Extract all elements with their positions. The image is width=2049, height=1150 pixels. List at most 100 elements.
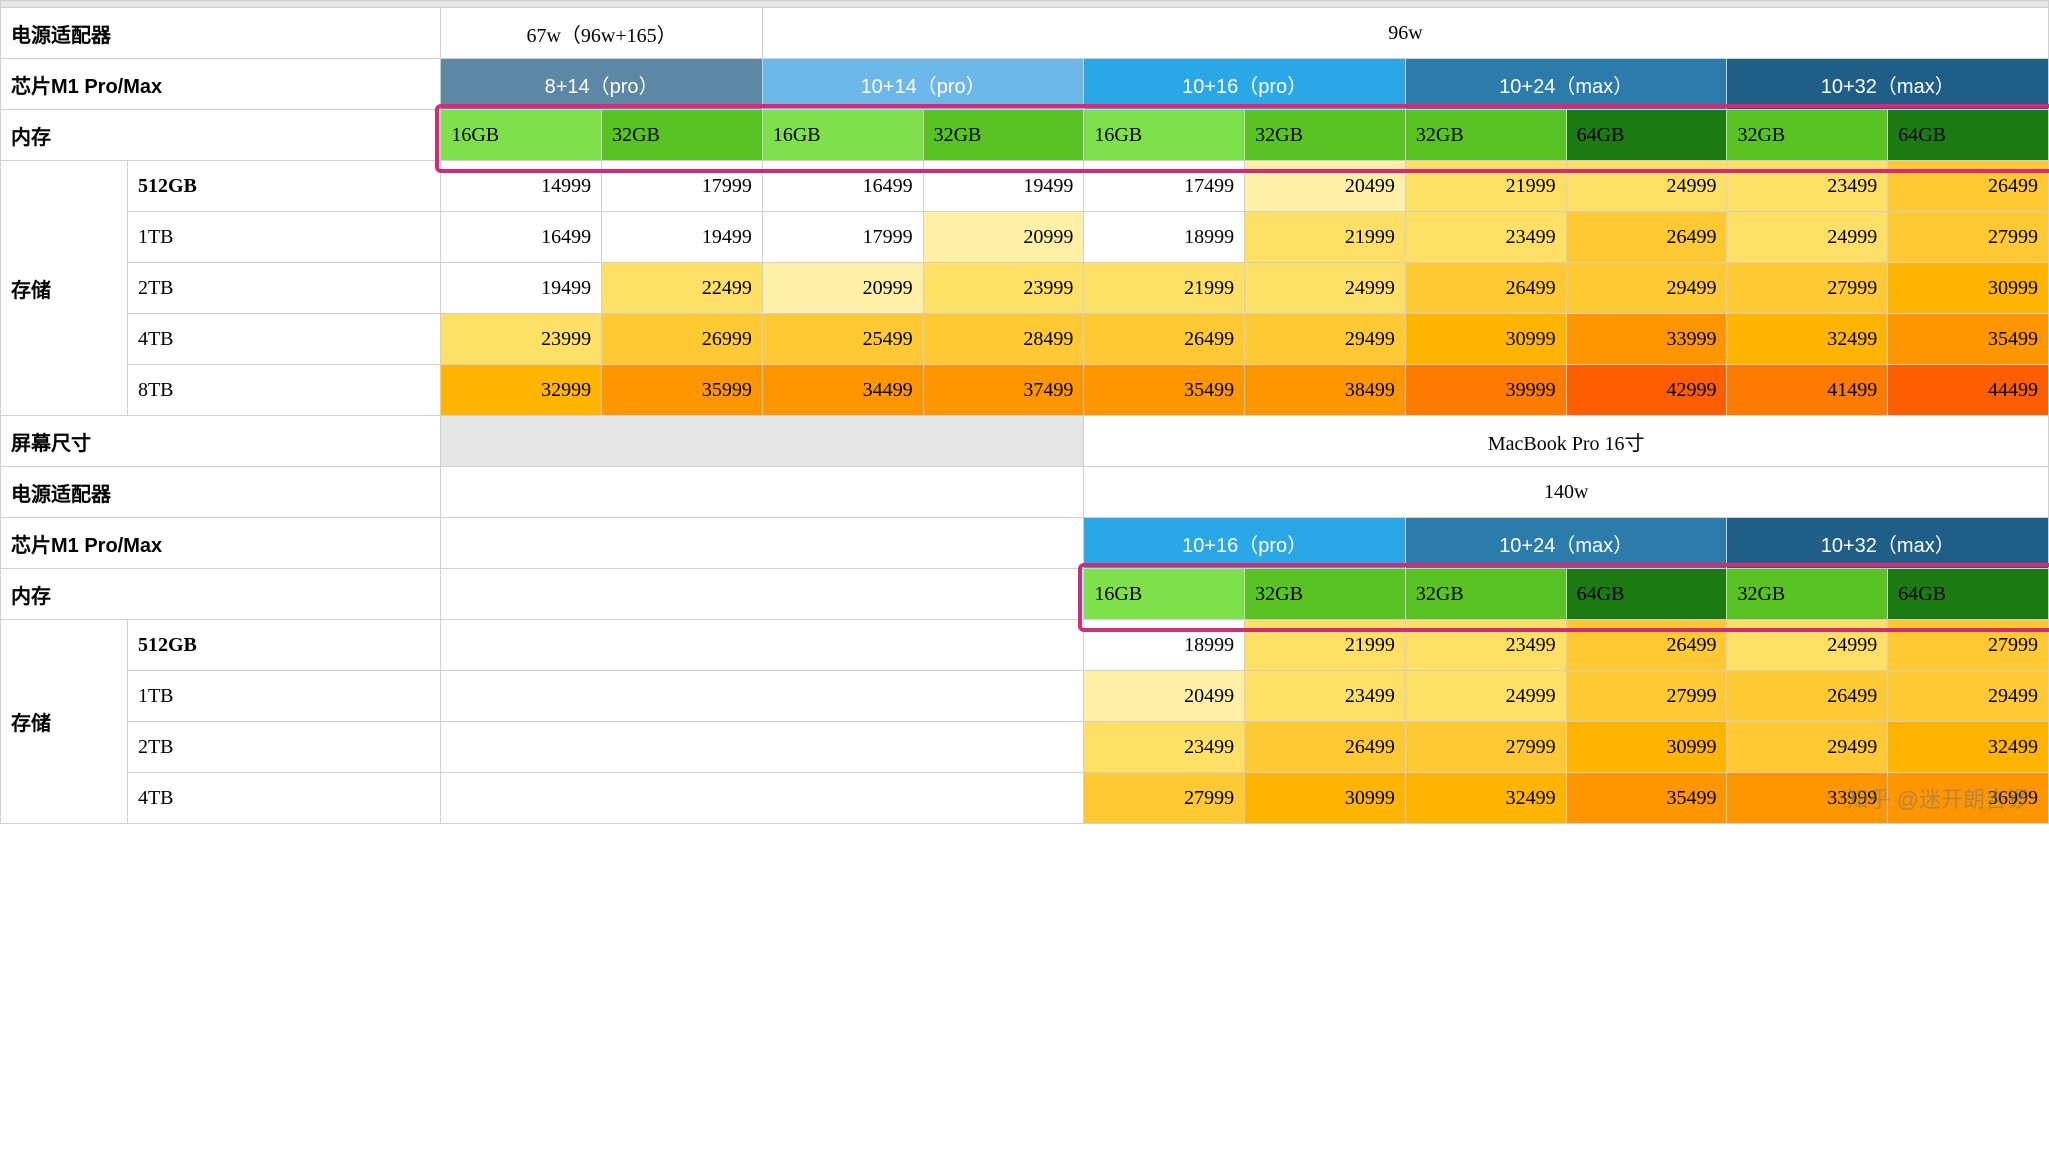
price: 18999 — [1084, 620, 1245, 671]
price: 32499 — [1405, 773, 1566, 824]
storage-label: 512GB — [127, 620, 440, 671]
price: 18999 — [1084, 212, 1245, 263]
price: 41499 — [1727, 365, 1888, 416]
row-chip-top: 芯片M1 Pro/Max 8+14（pro） 10+14（pro） 10+16（… — [1, 59, 2049, 110]
price: 38499 — [1245, 365, 1406, 416]
mem-cell: 16GB — [441, 110, 602, 161]
storage-label: 8TB — [127, 365, 440, 416]
row-power-bottom: 电源适配器 140w — [1, 467, 2049, 518]
mem-cell: 32GB — [1405, 110, 1566, 161]
screen-16: MacBook Pro 16寸 — [1084, 416, 2049, 467]
price: 33999 — [1566, 314, 1727, 365]
row-storage-512: 存储 512GB 14999 17999 16499 19499 17499 2… — [1, 161, 2049, 212]
row-storage-512-b: 存储 512GB 18999 21999 23499 26499 24999 2… — [1, 620, 2049, 671]
chip-10-24: 10+24（max） — [1405, 59, 1727, 110]
price: 30999 — [1405, 314, 1566, 365]
chip-10-14: 10+14（pro） — [762, 59, 1084, 110]
price: 35999 — [602, 365, 763, 416]
price: 33999 — [1727, 773, 1888, 824]
price: 30999 — [1566, 722, 1727, 773]
power-96w: 96w — [762, 8, 2048, 59]
label-storage: 存储 — [1, 161, 128, 416]
price: 19499 — [923, 161, 1084, 212]
mem-cell: 64GB — [1888, 569, 2049, 620]
price: 24999 — [1405, 671, 1566, 722]
row-storage-4tb: 4TB 23999 26999 25499 28499 26499 29499 … — [1, 314, 2049, 365]
chip-10-32-b: 10+32（max） — [1727, 518, 2049, 569]
price: 20999 — [923, 212, 1084, 263]
power-140w: 140w — [1084, 467, 2049, 518]
mem-cell: 64GB — [1566, 569, 1727, 620]
price: 28499 — [923, 314, 1084, 365]
mem-cell: 64GB — [1888, 110, 2049, 161]
price: 35499 — [1566, 773, 1727, 824]
storage-label: 4TB — [127, 773, 440, 824]
price: 21999 — [1245, 212, 1406, 263]
price: 30999 — [1245, 773, 1406, 824]
row-storage-4tb-b: 4TB 27999 30999 32499 35499 33999 36999 — [1, 773, 2049, 824]
price: 30999 — [1888, 263, 2049, 314]
price: 27999 — [1566, 671, 1727, 722]
price: 16499 — [441, 212, 602, 263]
price: 32999 — [441, 365, 602, 416]
price: 23999 — [441, 314, 602, 365]
label-power: 电源适配器 — [1, 467, 441, 518]
mem-cell: 32GB — [1727, 569, 1888, 620]
row-storage-2tb: 2TB 19499 22499 20999 23999 21999 24999 … — [1, 263, 2049, 314]
price: 24999 — [1245, 263, 1406, 314]
mem-cell: 16GB — [1084, 569, 1245, 620]
price: 32499 — [1727, 314, 1888, 365]
storage-label: 1TB — [127, 212, 440, 263]
price: 37499 — [923, 365, 1084, 416]
price: 26499 — [1245, 722, 1406, 773]
label-memory: 内存 — [1, 110, 441, 161]
row-storage-1tb: 1TB 16499 19499 17999 20999 18999 21999 … — [1, 212, 2049, 263]
storage-label: 512GB — [127, 161, 440, 212]
label-memory: 内存 — [1, 569, 441, 620]
price: 20499 — [1245, 161, 1406, 212]
price: 17499 — [1084, 161, 1245, 212]
row-power-top: 电源适配器 67w（96w+165） 96w — [1, 8, 2049, 59]
price: 44499 — [1888, 365, 2049, 416]
price: 36999 — [1888, 773, 2049, 824]
mem-cell: 32GB — [1245, 110, 1406, 161]
price: 20999 — [762, 263, 923, 314]
price: 27999 — [1084, 773, 1245, 824]
price: 21999 — [1245, 620, 1406, 671]
price: 21999 — [1084, 263, 1245, 314]
price: 26499 — [1566, 620, 1727, 671]
label-screen: 屏幕尺寸 — [1, 416, 441, 467]
power-67w: 67w（96w+165） — [441, 8, 763, 59]
table-container: 电源适配器 67w（96w+165） 96w 芯片M1 Pro/Max 8+14… — [0, 0, 2049, 824]
mem-cell: 32GB — [1245, 569, 1406, 620]
price: 24999 — [1566, 161, 1727, 212]
mem-cell: 32GB — [1405, 569, 1566, 620]
label-power: 电源适配器 — [1, 8, 441, 59]
mem-cell: 32GB — [1727, 110, 1888, 161]
price: 29499 — [1888, 671, 2049, 722]
price: 17999 — [602, 161, 763, 212]
label-chip: 芯片M1 Pro/Max — [1, 518, 441, 569]
storage-label: 2TB — [127, 263, 440, 314]
price: 23499 — [1084, 722, 1245, 773]
price: 23499 — [1245, 671, 1406, 722]
price: 35499 — [1084, 365, 1245, 416]
price: 14999 — [441, 161, 602, 212]
chip-8-14: 8+14（pro） — [441, 59, 763, 110]
chip-10-16: 10+16（pro） — [1084, 59, 1406, 110]
price: 26499 — [1888, 161, 2049, 212]
mem-cell: 16GB — [1084, 110, 1245, 161]
price: 25499 — [762, 314, 923, 365]
mem-cell: 32GB — [602, 110, 763, 161]
row-storage-8tb: 8TB 32999 35999 34499 37499 35499 38499 … — [1, 365, 2049, 416]
price: 23499 — [1405, 212, 1566, 263]
price: 29499 — [1566, 263, 1727, 314]
price: 35499 — [1888, 314, 2049, 365]
price: 23499 — [1727, 161, 1888, 212]
price: 26499 — [1727, 671, 1888, 722]
price: 29499 — [1727, 722, 1888, 773]
label-chip: 芯片M1 Pro/Max — [1, 59, 441, 110]
storage-label: 1TB — [127, 671, 440, 722]
row-storage-1tb-b: 1TB 20499 23499 24999 27999 26499 29499 — [1, 671, 2049, 722]
price: 29499 — [1245, 314, 1406, 365]
